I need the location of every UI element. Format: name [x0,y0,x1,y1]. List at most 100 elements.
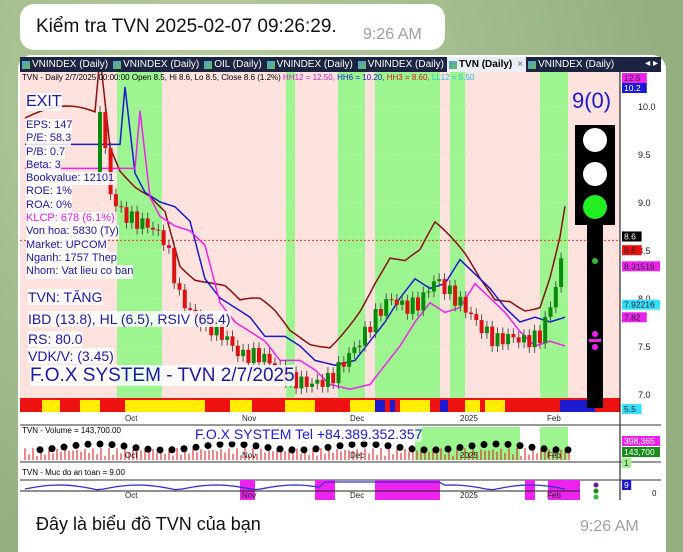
volume-dot [432,446,440,454]
time-tick: Feb [547,491,561,500]
volume-dot [504,440,512,448]
candle [469,312,473,315]
tab-vnindex-1[interactable]: VNINDEX (Daily) [20,57,111,72]
volume-dot [336,442,344,450]
tag-hh12: 12.5 [624,73,641,83]
tag-hh3: 8.6 [624,245,636,255]
candle [506,334,511,345]
tab-vnindex-4[interactable]: VNINDEX (Daily) [356,57,447,72]
candle [527,335,532,348]
candle [310,383,314,387]
light-off [583,162,607,186]
volume-dot [84,440,92,448]
chart-info-line: TVN - Daily 2/7/2025 00:00:00 Open 8.5, … [22,73,475,82]
candle [410,297,415,314]
tab-label: VNINDEX (Daily) [538,58,615,70]
candle [548,307,553,317]
score-label: 9(0) [572,88,612,113]
tab-tvn[interactable]: TVN (Daily) × [446,57,527,72]
candle [262,353,267,363]
time-tick: 2025 [460,491,478,500]
volume-dot [516,442,524,450]
message-time: 9:26 AM [363,26,422,43]
tab-vnindex-2[interactable]: VNINDEX (Daily) [111,57,202,72]
time-tick: Oct [125,414,138,423]
candle [251,347,256,363]
tab-label: TVN (Daily) [458,58,513,70]
tab-label: OIL (Daily) [214,58,262,70]
signal-label: EXIT [26,93,62,111]
light-off [583,128,607,152]
volume-dot [36,446,44,454]
status-dot [593,494,599,500]
safety-band [375,480,440,500]
volume-dot [408,445,416,453]
candle [384,299,389,316]
candle [357,345,362,348]
candle [188,308,193,310]
volume-dot [324,443,332,451]
candle [151,227,155,230]
volume-dot [144,445,152,453]
strip-blue [375,400,385,412]
tab-vnindex-5[interactable]: VNINDEX (Daily) [526,57,617,72]
candle [320,379,325,387]
tag-ma2: 7.92216 [624,300,655,310]
tab-oil[interactable]: OIL (Daily) [202,57,264,72]
volume-dot [384,442,392,450]
candle [363,326,367,346]
candle [331,372,336,384]
green-band [375,72,440,398]
tag-volume-count: 1 [624,458,629,468]
candle [500,333,505,345]
tab-scroll-arrows[interactable]: ◂ ▸ [645,57,661,72]
indicators-label: IBD (13.8), HL (6.5), RSIV (65.4) [28,311,231,327]
candle [416,297,420,311]
close-icon[interactable]: × [517,58,523,72]
candle [341,361,346,367]
tag-volume: 143,700 [624,447,655,457]
message-time: 9:26 AM [580,518,639,535]
volume-dot [120,442,128,450]
tab-label: VNINDEX (Daily) [276,58,353,70]
candle [172,247,177,284]
tab-vnindex-3[interactable]: VNINDEX (Daily) [265,57,356,72]
candle [378,308,383,316]
strip-yellow [230,400,252,412]
chart-icon [448,60,457,69]
volume-dot [192,443,200,451]
volume-dot [564,446,572,454]
volume-dot [288,446,296,454]
candle [453,285,458,306]
chart-icon [266,60,275,69]
volume-dot [72,441,80,449]
candle [161,230,166,246]
volume-dot [240,441,248,449]
candle [522,335,526,343]
candle [156,229,161,231]
tab-label: VNINDEX (Daily) [367,58,444,70]
message-text: Kiểm tra TVN 2025-02-07 09:26:29. [36,16,337,37]
volume-label: TVN - Volume = 143,700.00 [22,426,121,435]
chart-tab-bar: VNINDEX (Daily) VNINDEX (Daily) OIL (Dai… [20,57,661,72]
candle [511,334,516,338]
volume-dot [96,440,104,448]
time-tick: Oct [125,451,138,460]
chart-image[interactable]: VNINDEX (Daily) VNINDEX (Daily) OIL (Dai… [20,57,661,500]
green-band [450,72,465,398]
candle [442,279,447,295]
candle [490,326,495,347]
candle [559,258,564,287]
time-tick: Dec [350,491,364,500]
green-band [338,72,365,398]
safety-band [315,480,335,500]
tag-volume-ma: 398,365 [624,436,655,446]
candle [532,330,537,348]
tag-safety: 9 [624,480,629,490]
candle [368,326,373,333]
candle [474,314,479,321]
price-tick: 9.5 [638,150,651,160]
message-bubble-outgoing[interactable]: Kiểm tra TVN 2025-02-07 09:26:29. 9:26 A… [20,4,445,50]
chart-icon [528,60,537,69]
candle [447,285,452,295]
